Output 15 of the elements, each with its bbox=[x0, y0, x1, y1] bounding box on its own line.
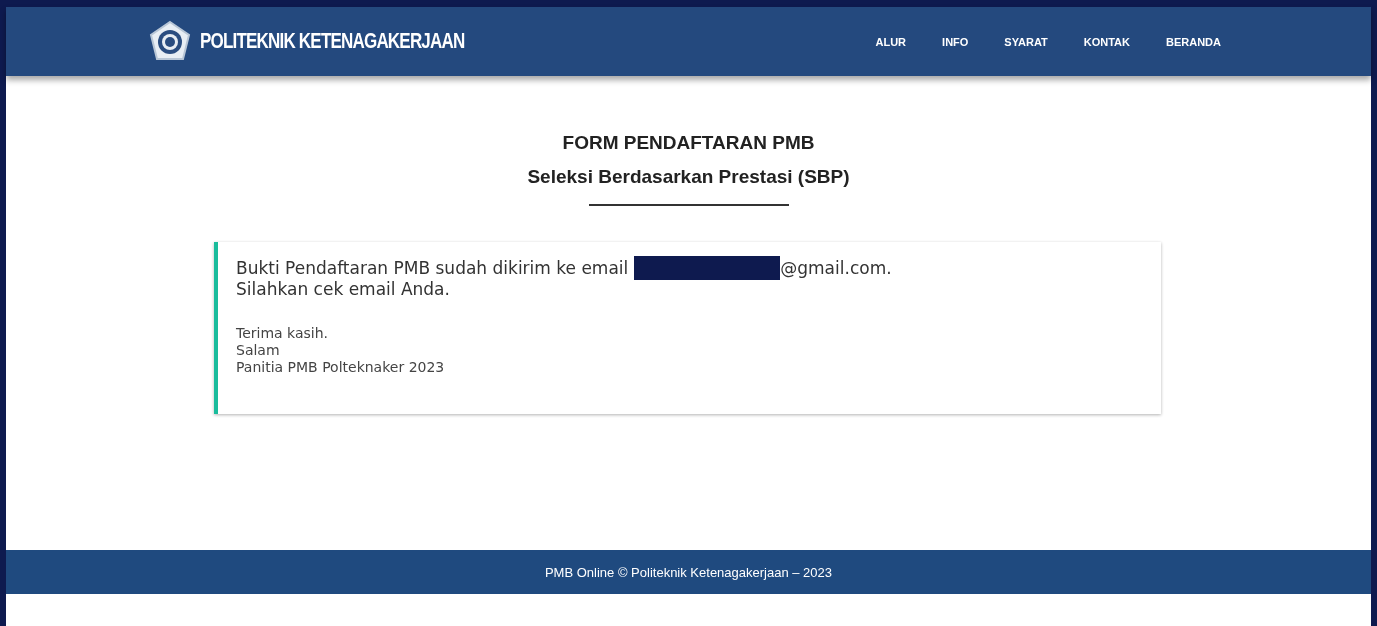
nav-link[interactable]: BERANDA bbox=[1166, 35, 1221, 48]
nav-link[interactable]: KONTAK bbox=[1083, 35, 1130, 48]
site-title[interactable]: POLITEKNIK KETENAGAKERJAAN bbox=[200, 29, 465, 54]
closing-text: Salam bbox=[236, 342, 281, 359]
notice-text: Silahkan cek email Anda. bbox=[236, 280, 451, 299]
nav-link[interactable]: INFO bbox=[942, 35, 969, 48]
closing-text: Panitia PMB Polteknaker 2023 bbox=[236, 359, 446, 376]
notice-text: Bukti Pendaftaran PMB sudah dikirim ke email bbox=[236, 258, 629, 278]
form-title: FORM PENDAFTARAN PMB bbox=[562, 132, 815, 154]
closing-text: Terima kasih. bbox=[236, 325, 330, 342]
copyright-text: PMB Online © Politeknik Ketenagakerjaan – 2023 bbox=[544, 564, 833, 580]
form-subtitle: Seleksi Berdasarkan Prestasi (SBP) bbox=[527, 166, 850, 188]
nav-link[interactable]: ALUR bbox=[875, 35, 907, 48]
email-text: @gmail.com. bbox=[780, 258, 892, 278]
nav-link[interactable]: SYARAT bbox=[1004, 35, 1048, 48]
